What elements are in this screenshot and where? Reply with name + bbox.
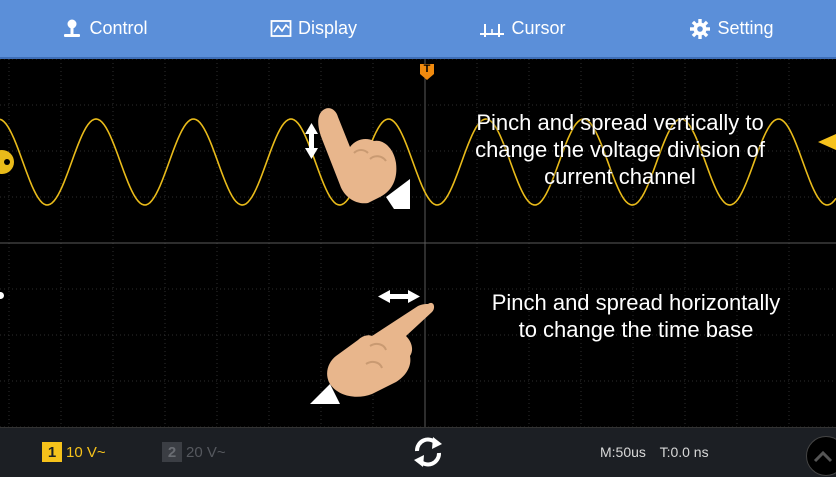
horizontal-gesture-annotation: Pinch and spread horizontally to change … [436,289,836,343]
cursor-icon [480,23,505,37]
channel2-number: 2 [162,442,182,462]
status-bar: 1 10 V~ 2 20 V~ M:50us T:0.0 ns [0,427,836,477]
waveform-screen[interactable]: T Pinch and spread vertically to change … [0,59,836,427]
setting-icon [690,18,711,39]
vertical-annotation-line1: Pinch and spread vertically to [476,110,764,135]
timebase-readout: M:50us T:0.0 ns [600,444,719,460]
menu-setting[interactable]: Setting [627,0,836,57]
vertical-annotation-line3: current channel [544,164,696,189]
channel2-scale: 20 V~ [186,443,226,461]
run-stop-button[interactable] [806,436,836,476]
sync-icon[interactable] [412,435,444,469]
top-menu-bar: Control Display Cursor Setting [0,0,836,59]
control-icon [64,19,81,37]
trigger-position-marker[interactable]: T [419,63,435,80]
chevron-up-icon [813,450,833,463]
channel1-scale: 10 V~ [66,443,106,461]
horizontal-annotation-line2: to change the time base [518,317,754,342]
channel1-level-marker-dot [4,159,10,165]
vertical-gesture-annotation: Pinch and spread vertically to change th… [420,109,820,190]
trigger-marker-label: T [423,63,431,75]
vertical-annotation-line2: change the voltage division of [475,137,765,162]
menu-cursor-label: Cursor [511,18,566,38]
menu-control[interactable]: Control [0,0,209,57]
timebase-value: M:50us [600,444,646,460]
menu-control-label: Control [89,18,148,38]
display-icon [270,19,292,37]
menu-setting-label: Setting [717,18,774,38]
horizontal-annotation-line1: Pinch and spread horizontally [491,290,781,315]
menu-display[interactable]: Display [209,0,418,57]
menu-cursor[interactable]: Cursor [418,0,627,57]
channel1-number: 1 [42,442,62,462]
trigger-offset-value: T:0.0 ns [659,444,709,460]
hand-icon [305,108,410,209]
hand-icon [310,290,435,404]
channel1-badge[interactable]: 1 10 V~ [42,442,106,462]
channel2-badge[interactable]: 2 20 V~ [162,442,226,462]
menu-display-label: Display [297,18,358,38]
